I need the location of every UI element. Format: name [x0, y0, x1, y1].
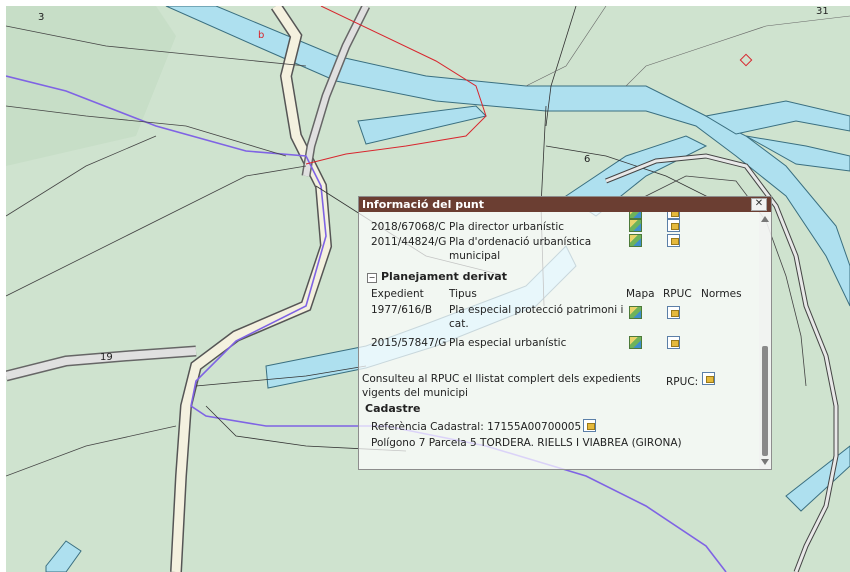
map-icon[interactable] — [629, 219, 642, 232]
section-title-planejament-derivat: Planejament derivat — [381, 270, 507, 283]
consulteu-text: Consulteu al RPUC el llistat complert de… — [362, 373, 641, 385]
map-label-31: 31 — [816, 6, 829, 17]
rpuc-document-icon[interactable] — [667, 234, 680, 247]
map-label-6: 6 — [584, 154, 591, 165]
popup-body: 2018/67068/C Pla director urbanístic 201… — [359, 212, 759, 469]
info-popup: Informació del punt ✕ 2018/67068/C Pla d… — [358, 196, 772, 470]
scroll-down-icon[interactable] — [761, 459, 769, 465]
map-icon[interactable] — [629, 212, 642, 219]
header-normes: Normes — [701, 288, 742, 300]
header-rpuc: RPUC — [663, 288, 692, 300]
rpuc-document-icon[interactable] — [702, 372, 715, 385]
cadastral-reference: Referència Cadastral: 17155A00700005 — [371, 421, 582, 433]
header-mapa: Mapa — [626, 288, 655, 300]
collapse-icon[interactable]: − — [367, 273, 377, 283]
row-expedient: 2015/57847/G — [371, 337, 447, 349]
rpuc-document-icon[interactable] — [583, 419, 596, 432]
map-icon[interactable] — [629, 306, 642, 319]
row-expedient: 2011/44824/G — [371, 236, 447, 248]
row-tipus: Pla especial urbanístic — [449, 337, 567, 349]
scroll-thumb[interactable] — [762, 346, 768, 456]
popup-scrollbar[interactable] — [759, 212, 771, 469]
rpuc-document-icon[interactable] — [667, 219, 680, 232]
scroll-up-icon[interactable] — [761, 216, 769, 222]
row-tipus-cont: municipal — [449, 250, 501, 262]
rpuc-document-icon[interactable] — [667, 336, 680, 349]
map-label-b: b — [258, 30, 265, 41]
row-expedient: 2018/67068/C — [371, 221, 446, 233]
consulteu-text-cont: vigents del municipi — [362, 387, 468, 399]
section-title-cadastre: Cadastre — [365, 402, 421, 415]
row-tipus: Pla d'ordenació urbanística — [449, 236, 592, 248]
row-tipus: Pla director urbanístic — [449, 221, 565, 233]
rpuc-label: RPUC: — [666, 376, 699, 388]
rpuc-document-icon[interactable] — [667, 212, 680, 219]
row-tipus: Pla especial protecció patrimoni i — [449, 304, 624, 316]
map-label-19: 19 — [100, 352, 113, 363]
map-icon[interactable] — [629, 234, 642, 247]
map-label-3: 3 — [38, 12, 45, 23]
rpuc-document-icon[interactable] — [667, 306, 680, 319]
row-expedient: 1977/616/B — [371, 304, 433, 316]
row-tipus-cont: cat. — [449, 318, 469, 330]
map-icon[interactable] — [629, 336, 642, 349]
close-button[interactable]: ✕ — [751, 198, 767, 211]
popup-title: Informació del punt — [362, 198, 484, 211]
header-expedient: Expedient — [371, 288, 424, 300]
popup-header: Informació del punt ✕ — [359, 197, 771, 212]
poligon-parcela: Polígono 7 Parcela 5 TORDERA. RIELLS I V… — [371, 437, 682, 449]
header-tipus: Tipus — [449, 288, 477, 300]
